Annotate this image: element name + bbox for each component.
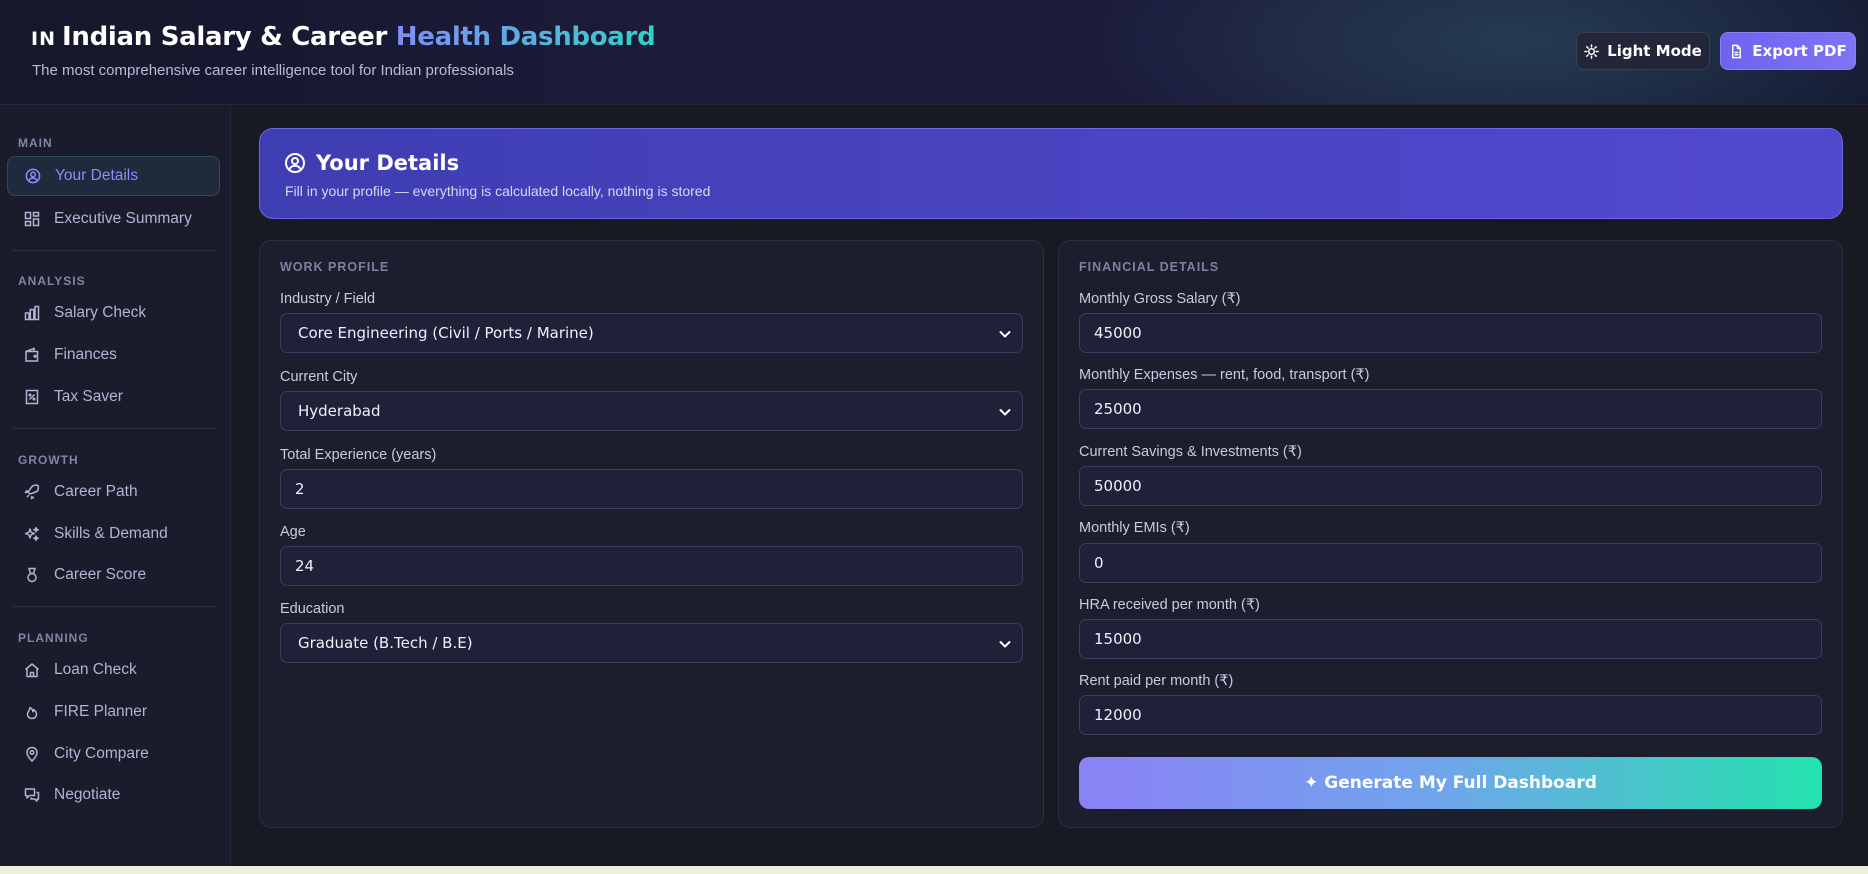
- sidebar-section-analysis: ANALYSIS: [18, 274, 86, 288]
- sidebar-item-executive-summary[interactable]: Executive Summary: [7, 199, 220, 239]
- education-select[interactable]: Graduate (B.Tech / B.E): [280, 623, 1023, 663]
- export-pdf-label: Export PDF: [1752, 42, 1847, 60]
- sidebar-section-growth: GROWTH: [18, 453, 79, 467]
- age-input[interactable]: 24: [280, 546, 1023, 586]
- receipt-percent-icon: [25, 389, 39, 405]
- sidebar-item-career-path[interactable]: Career Path: [7, 472, 220, 512]
- city-value: Hyderabad: [298, 402, 381, 420]
- hra-label: HRA received per month (₹): [1079, 597, 1260, 613]
- banner-subtitle: Fill in your profile — everything is cal…: [285, 183, 711, 199]
- sidebar-item-label: Loan Check: [54, 661, 137, 678]
- sidebar-item-city-compare[interactable]: City Compare: [7, 734, 220, 774]
- document-icon: [1732, 44, 1742, 58]
- user-circle-icon: [25, 168, 41, 184]
- sidebar-section-main: MAIN: [18, 136, 53, 150]
- sidebar-item-skills-demand[interactable]: Skills & Demand: [7, 514, 220, 554]
- work-profile-heading: WORK PROFILE: [280, 260, 390, 274]
- sun-icon: [1584, 43, 1599, 59]
- sidebar-item-label: Tax Saver: [54, 388, 123, 405]
- industry-label: Industry / Field: [280, 291, 376, 307]
- india-flag-icon: IN: [31, 28, 56, 50]
- emi-input[interactable]: 0: [1079, 543, 1822, 583]
- export-pdf-button[interactable]: Export PDF: [1720, 32, 1856, 70]
- sidebar-item-finances[interactable]: Finances: [7, 335, 220, 375]
- sidebar-item-label: FIRE Planner: [54, 703, 148, 720]
- sidebar: MAIN Your Details Executive Summary ANAL…: [0, 106, 231, 874]
- age-label: Age: [280, 524, 306, 540]
- chevron-down-icon: [999, 641, 1011, 648]
- light-mode-button[interactable]: Light Mode: [1576, 32, 1710, 70]
- sidebar-item-career-score[interactable]: Career Score: [7, 555, 220, 595]
- rent-input[interactable]: 12000: [1079, 695, 1822, 735]
- dashboard-icon: [24, 211, 40, 227]
- sidebar-divider: [12, 606, 216, 607]
- sidebar-item-label: Negotiate: [54, 786, 121, 803]
- industry-select[interactable]: Core Engineering (Civil / Ports / Marine…: [280, 313, 1023, 353]
- sidebar-item-tax-saver[interactable]: Tax Saver: [7, 377, 220, 417]
- savings-input[interactable]: 50000: [1079, 466, 1822, 506]
- sidebar-item-label: Salary Check: [54, 304, 147, 321]
- app-header: IN Indian Salary & Career Health Dashboar…: [0, 0, 1868, 105]
- banner-title-text: Your Details: [316, 151, 460, 175]
- sidebar-item-loan-check[interactable]: Loan Check: [7, 650, 220, 690]
- sidebar-item-salary-check[interactable]: Salary Check: [7, 293, 220, 333]
- financial-details-heading: FINANCIAL DETAILS: [1079, 260, 1220, 274]
- user-circle-icon: [285, 153, 305, 173]
- generate-dashboard-button[interactable]: ✦ Generate My Full Dashboard: [1079, 757, 1822, 809]
- wallet-icon: [25, 347, 39, 362]
- sidebar-item-label: Executive Summary: [54, 210, 192, 227]
- app-title-main: Indian Salary & Career: [61, 22, 388, 52]
- section-banner: Your Details Fill in your profile — ever…: [259, 128, 1843, 219]
- home-icon: [25, 663, 39, 678]
- sidebar-divider: [12, 250, 216, 251]
- rocket-icon: [24, 484, 40, 500]
- flame-icon: [26, 706, 38, 720]
- salary-input[interactable]: 45000: [1079, 313, 1822, 353]
- sidebar-item-label: Finances: [54, 346, 117, 363]
- hra-input[interactable]: 15000: [1079, 619, 1822, 659]
- expenses-label: Monthly Expenses — rent, food, transport…: [1079, 367, 1370, 383]
- chevron-down-icon: [999, 331, 1011, 338]
- sidebar-item-label: City Compare: [54, 745, 149, 762]
- sidebar-item-your-details[interactable]: Your Details: [7, 156, 220, 196]
- sidebar-item-label: Career Score: [54, 566, 147, 583]
- savings-label: Current Savings & Investments (₹): [1079, 444, 1302, 460]
- sidebar-item-label: Career Path: [54, 483, 138, 500]
- industry-value: Core Engineering (Civil / Ports / Marine…: [298, 324, 594, 342]
- sidebar-item-label: Skills & Demand: [54, 525, 168, 542]
- city-select[interactable]: Hyderabad: [280, 391, 1023, 431]
- sidebar-item-negotiate[interactable]: Negotiate: [7, 775, 220, 815]
- chevron-down-icon: [999, 409, 1011, 416]
- app-subtitle: The most comprehensive career intelligen…: [32, 62, 514, 79]
- app-title: IN Indian Salary & Career Health Dashboar…: [31, 22, 656, 52]
- app-title-accent: Health Dashboard: [395, 22, 656, 52]
- sidebar-item-label: Your Details: [55, 167, 139, 184]
- work-profile-card: WORK PROFILE Industry / Field Core Engin…: [259, 240, 1044, 828]
- bar-chart-icon: [24, 305, 40, 321]
- city-label: Current City: [280, 369, 358, 385]
- banner-title: Your Details: [284, 151, 459, 175]
- emi-label: Monthly EMIs (₹): [1079, 520, 1190, 536]
- sparkles-icon: [24, 526, 39, 542]
- medal-icon: [27, 567, 37, 583]
- light-mode-label: Light Mode: [1607, 42, 1702, 60]
- sidebar-divider: [12, 428, 216, 429]
- experience-label: Total Experience (years): [280, 447, 437, 463]
- financial-details-card: FINANCIAL DETAILS Monthly Gross Salary (…: [1058, 240, 1843, 828]
- expenses-input[interactable]: 25000: [1079, 389, 1822, 429]
- education-label: Education: [280, 601, 345, 617]
- sidebar-item-fire-planner[interactable]: FIRE Planner: [7, 692, 220, 732]
- education-value: Graduate (B.Tech / B.E): [298, 634, 473, 652]
- experience-input[interactable]: 2: [280, 469, 1023, 509]
- bottom-strip: [0, 866, 1868, 874]
- map-pin-icon: [26, 746, 38, 762]
- rent-label: Rent paid per month (₹): [1079, 673, 1234, 689]
- salary-label: Monthly Gross Salary (₹): [1079, 291, 1241, 307]
- sidebar-section-planning: PLANNING: [18, 631, 89, 645]
- chat-bubbles-icon: [24, 788, 40, 802]
